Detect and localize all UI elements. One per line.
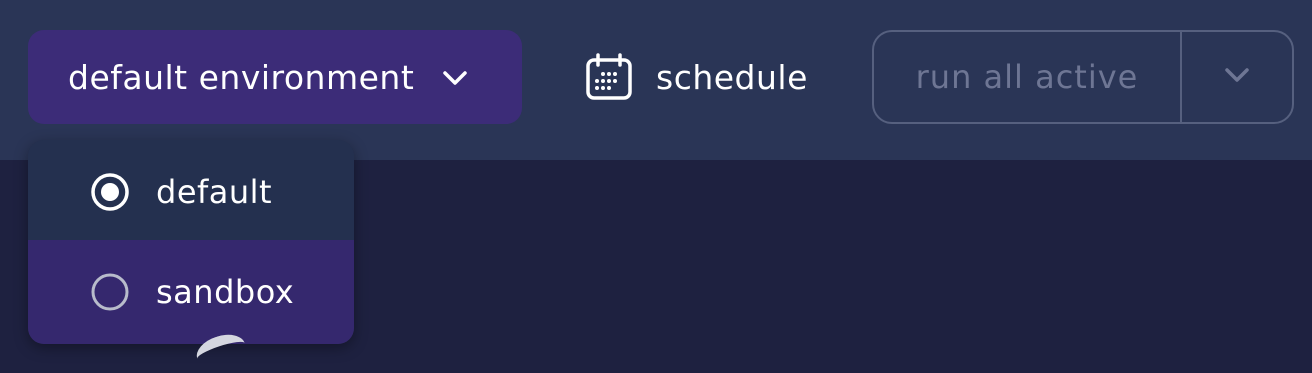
radio-unselected-icon	[90, 272, 130, 312]
environment-dropdown-menu: default sandbox	[28, 140, 354, 344]
environment-selector-label: default environment	[68, 57, 415, 97]
environment-option-sandbox[interactable]: sandbox	[28, 240, 354, 344]
environment-selector-button[interactable]: default environment	[28, 30, 522, 124]
top-toolbar: default environment schedule run all act…	[0, 0, 1312, 160]
environment-option-default[interactable]: default	[28, 140, 354, 240]
chevron-down-icon	[440, 62, 470, 92]
radio-selected-icon	[90, 172, 130, 212]
run-options-toggle[interactable]	[1182, 32, 1292, 122]
schedule-button[interactable]: schedule	[584, 52, 808, 102]
environment-option-label: sandbox	[156, 273, 295, 311]
environment-option-label: default	[156, 173, 273, 211]
run-all-active-label: run all active	[915, 58, 1139, 96]
run-all-active-button[interactable]: run all active	[874, 32, 1182, 122]
run-split-button: run all active	[872, 30, 1294, 124]
calendar-icon	[584, 52, 634, 102]
schedule-label: schedule	[656, 57, 808, 97]
chevron-down-icon	[1221, 59, 1253, 95]
